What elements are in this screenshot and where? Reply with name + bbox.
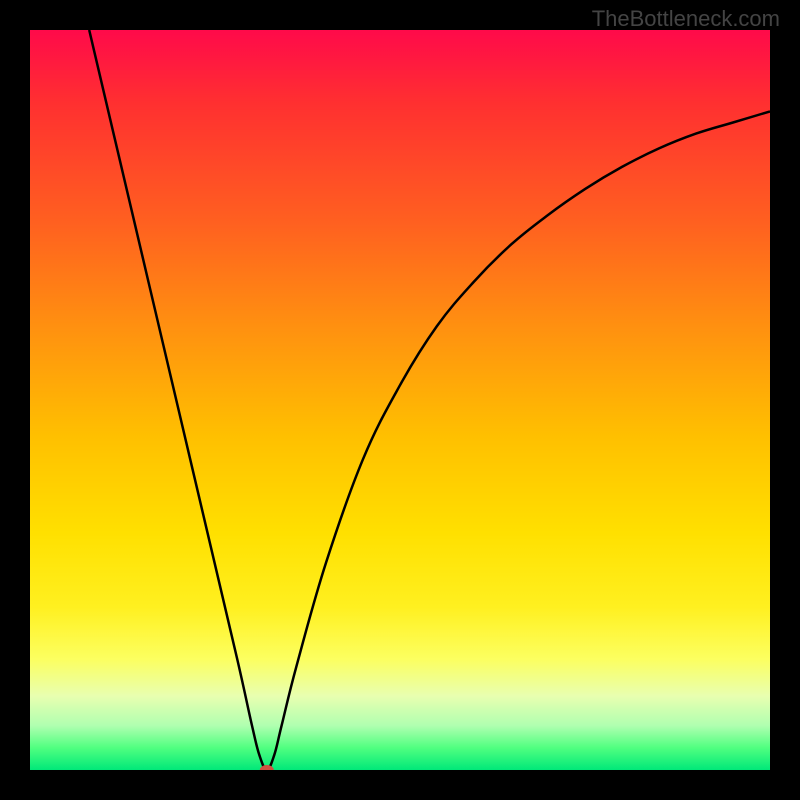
bottleneck-curve <box>89 30 770 770</box>
chart-svg <box>30 30 770 770</box>
watermark-text: TheBottleneck.com <box>592 6 780 32</box>
chart-plot-area <box>30 30 770 770</box>
